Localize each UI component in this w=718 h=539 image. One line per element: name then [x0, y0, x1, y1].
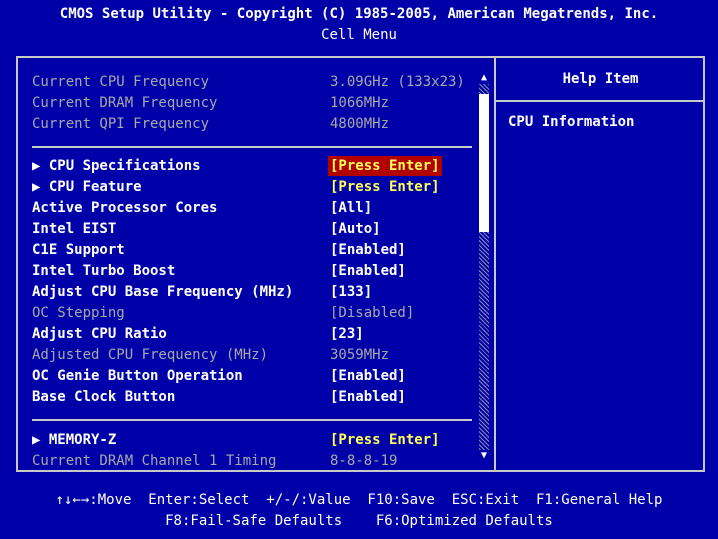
help-divider	[496, 100, 705, 102]
menu-item-label: Adjusted CPU Frequency (MHz)	[32, 347, 269, 363]
menu-item-label: Intel Turbo Boost	[32, 263, 176, 279]
info-label: Current QPI Frequency	[32, 116, 210, 132]
menu-item-value[interactable]: [Enabled]	[328, 366, 408, 386]
menu-item-label: Adjust CPU Base Frequency (MHz)	[32, 284, 294, 300]
section-divider	[32, 419, 472, 421]
scroll-up-arrow-icon[interactable]: ▲	[478, 72, 490, 84]
key-legend-line-2: F8:Fail-Safe Defaults F6:Optimized Defau…	[165, 513, 553, 529]
menu-item-label: OC Genie Button Operation	[32, 368, 243, 384]
key-legend-line-1: ↑↓←→:Move Enter:Select +/-/:Value F10:Sa…	[55, 492, 663, 508]
info-label: Current DRAM Frequency	[32, 95, 218, 111]
key-legend: ↑↓←→:Move Enter:Select +/-/:Value F10:Sa…	[0, 490, 718, 532]
menu-item-value[interactable]: [23]	[328, 324, 366, 344]
menu-item-label: C1E Support	[32, 242, 125, 258]
menu-item-label: Adjust CPU Ratio	[32, 326, 167, 342]
info-value: 8-8-8-19	[330, 453, 398, 469]
menu-item-value-selected[interactable]: [Press Enter]	[328, 156, 442, 176]
menu-item-value[interactable]: [Auto]	[328, 219, 383, 239]
menu-item-label: Intel EIST	[32, 221, 117, 237]
menu-item-label: ▶ MEMORY-Z	[32, 432, 117, 448]
panel-divider	[494, 58, 496, 470]
menu-item-label: ▶ CPU Feature	[32, 179, 142, 195]
menu-item-value[interactable]: [Enabled]	[328, 261, 408, 281]
main-frame: Current CPU Frequency 3.09GHz (133x23) C…	[16, 56, 705, 472]
scroll-down-arrow-icon[interactable]: ▼	[478, 450, 490, 462]
help-panel-title: Help Item	[562, 71, 639, 87]
menu-item-label: OC Stepping	[32, 305, 125, 321]
section-divider	[32, 146, 472, 148]
scrollbar-thumb[interactable]	[479, 94, 489, 232]
info-label: Current DRAM Channel 1 Timing	[32, 453, 277, 469]
scrollbar[interactable]: ▲ ▼	[478, 72, 490, 462]
menu-item-value[interactable]: [Enabled]	[328, 240, 408, 260]
menu-item-value[interactable]: [Press Enter]	[328, 177, 442, 197]
menu-item-value[interactable]: [133]	[328, 282, 374, 302]
help-panel-text: CPU Information	[508, 114, 635, 130]
menu-item-value[interactable]: [Enabled]	[328, 387, 408, 407]
menu-item-value[interactable]: [All]	[328, 198, 374, 218]
menu-item-value: [Disabled]	[330, 305, 415, 321]
menu-title: Cell Menu	[321, 27, 397, 43]
info-value: 1066MHz	[330, 95, 390, 111]
menu-item-value[interactable]: [Press Enter]	[328, 430, 442, 450]
info-value: 3.09GHz (133x23)	[330, 74, 465, 90]
info-value: 4800MHz	[330, 116, 390, 132]
menu-item-label: Base Clock Button	[32, 389, 176, 405]
menu-item-value: 3059MHz	[330, 347, 390, 363]
bios-title: CMOS Setup Utility - Copyright (C) 1985-…	[59, 6, 659, 22]
menu-item-label: Active Processor Cores	[32, 200, 218, 216]
info-label: Current CPU Frequency	[32, 74, 210, 90]
header: CMOS Setup Utility - Copyright (C) 1985-…	[0, 0, 718, 50]
menu-item-label: ▶ CPU Specifications	[32, 158, 201, 174]
